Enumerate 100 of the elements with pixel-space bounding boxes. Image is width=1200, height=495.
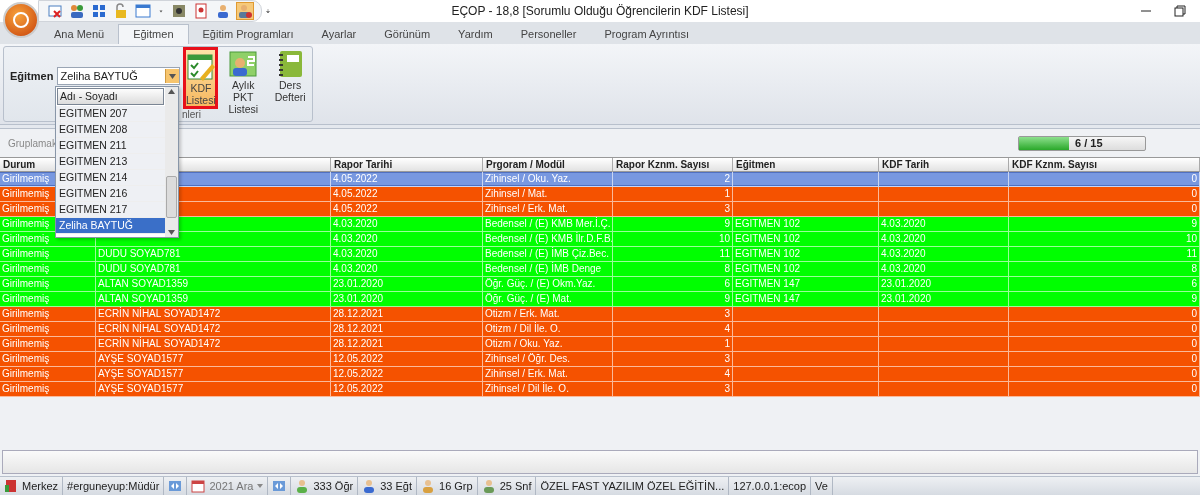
table-cell: Otizm / Erk. Mat. bbox=[483, 307, 613, 322]
table-cell: ALTAN SOYAD1359 bbox=[96, 292, 331, 307]
table-cell: 11 bbox=[613, 247, 733, 262]
table-cell: Zihinsel / Oku. Yaz. bbox=[483, 172, 613, 187]
ribbon-tab[interactable]: Eğitmen bbox=[118, 24, 189, 44]
table-cell: 4 bbox=[613, 322, 733, 337]
table-cell: Zihinsel / Mat. bbox=[483, 187, 613, 202]
table-cell: 28.12.2021 bbox=[331, 307, 483, 322]
column-header[interactable]: Rapor Tarihi bbox=[331, 158, 483, 172]
month-selector[interactable]: 2021 Ara bbox=[209, 480, 254, 492]
table-cell: 11 bbox=[1009, 247, 1200, 262]
scrollbar[interactable] bbox=[165, 87, 178, 237]
table-cell: ECRİN NİHAL SOYAD1472 bbox=[96, 322, 331, 337]
dropdown-item[interactable]: EGITMEN 214 bbox=[56, 170, 165, 186]
person-icon[interactable] bbox=[215, 3, 231, 19]
restore-icon[interactable] bbox=[1174, 5, 1186, 17]
window-icon[interactable] bbox=[135, 3, 151, 19]
status-text: ÖZEL FAST YAZILIM ÖZEL EĞİTİN... bbox=[540, 480, 725, 492]
caret-icon[interactable] bbox=[257, 484, 264, 488]
table-cell: Girilmemiş bbox=[0, 352, 96, 367]
table-cell: 0 bbox=[1009, 202, 1200, 217]
table-cell: 4.03.2020 bbox=[331, 232, 483, 247]
dropdown-item[interactable]: EGITMEN 213 bbox=[56, 154, 165, 170]
table-cell: Bedensel / (E) KMB İlr.D.F.B. bbox=[483, 232, 613, 247]
status-text: 127.0.0.1:ecop bbox=[733, 480, 807, 492]
dropdown-item[interactable]: EGITMEN 208 bbox=[56, 122, 165, 138]
ribbon-tab[interactable]: Personeller bbox=[506, 25, 591, 44]
table-cell: EGITMEN 102 bbox=[733, 217, 879, 232]
table-cell: 10 bbox=[613, 232, 733, 247]
app-logo[interactable] bbox=[3, 2, 39, 38]
table-cell: EGITMEN 147 bbox=[733, 277, 879, 292]
table-cell: EGITMEN 102 bbox=[733, 262, 879, 277]
table-cell: 0 bbox=[1009, 187, 1200, 202]
people-icon[interactable] bbox=[69, 3, 85, 19]
table-cell: 4.05.2022 bbox=[331, 172, 483, 187]
status-text: 333 Öğr bbox=[313, 480, 354, 492]
table-cell: 4.03.2020 bbox=[331, 247, 483, 262]
column-header[interactable]: KDF Kznm. Sayısı bbox=[1009, 158, 1200, 172]
document-icon[interactable] bbox=[193, 3, 209, 19]
table-cell: 12.05.2022 bbox=[331, 352, 483, 367]
dropdown-item[interactable]: EGITMEN 217 bbox=[56, 202, 165, 218]
table-cell: 0 bbox=[1009, 337, 1200, 352]
ribbon-tab[interactable]: Program Ayrıntısı bbox=[590, 25, 704, 44]
scroll-down-icon[interactable] bbox=[168, 230, 175, 235]
ribbon-tab[interactable]: Görünüm bbox=[370, 25, 445, 44]
table-cell: 9 bbox=[613, 292, 733, 307]
table-cell: DUDU SOYAD781 bbox=[96, 262, 331, 277]
calendar-icon bbox=[191, 479, 206, 493]
arrows-icon[interactable] bbox=[272, 479, 287, 493]
ribbon-tab[interactable]: Yardım bbox=[444, 25, 507, 44]
table-cell: Girilmemiş bbox=[0, 277, 96, 292]
table-cell: 28.12.2021 bbox=[331, 322, 483, 337]
table-cell: Bedensel / (E) KMB Mer.İ.Ç. bbox=[483, 217, 613, 232]
scrollbar-thumb[interactable] bbox=[166, 176, 177, 218]
table-cell: Girilmemiş bbox=[0, 247, 96, 262]
window-title: EÇOP - 18,8 [Sorumlu Olduğu Öğrencilerin KDF Listesi] bbox=[451, 4, 749, 18]
caret-icon[interactable] bbox=[169, 73, 177, 79]
table-cell: 6 bbox=[1009, 277, 1200, 292]
table-cell: 0 bbox=[1009, 367, 1200, 382]
column-header[interactable]: Eğitmen bbox=[733, 158, 879, 172]
badge-icon bbox=[4, 479, 18, 493]
table-cell: 0 bbox=[1009, 307, 1200, 322]
table-cell: Zihinsel / Erk. Mat. bbox=[483, 202, 613, 217]
dropdown-item[interactable]: EGITMEN 207 bbox=[56, 106, 165, 122]
person-settings-icon[interactable] bbox=[237, 3, 253, 19]
table-cell: Öğr. Güç. / (E) Okm.Yaz. bbox=[483, 277, 613, 292]
table-cell: 12.05.2022 bbox=[331, 367, 483, 382]
ribbon-button[interactable]: KDF Listesi bbox=[183, 47, 219, 109]
group-label: nleri bbox=[182, 109, 201, 121]
grid-icon[interactable] bbox=[91, 3, 107, 19]
dropdown-item[interactable]: EGITMEN 211 bbox=[56, 138, 165, 154]
ribbon-tab[interactable]: Ana Menü bbox=[40, 25, 119, 44]
ribbon-tab[interactable]: Eğitim Programları bbox=[188, 25, 308, 44]
scroll-up-icon[interactable] bbox=[168, 89, 175, 94]
column-header[interactable]: KDF Tarih bbox=[879, 158, 1009, 172]
table-cell: 4.03.2020 bbox=[879, 217, 1009, 232]
ribbon-button[interactable]: Ders Defteri bbox=[268, 47, 312, 109]
close-window-icon[interactable] bbox=[47, 3, 63, 19]
ribbon-tab[interactable]: Ayarlar bbox=[307, 25, 371, 44]
column-header[interactable]: Prgoram / Modül bbox=[483, 158, 613, 172]
table-cell: Bedensel / (E) İMB Denge bbox=[483, 262, 613, 277]
table-cell: 0 bbox=[1009, 172, 1200, 187]
padlock-icon[interactable] bbox=[113, 3, 129, 19]
table-cell: 10 bbox=[1009, 232, 1200, 247]
table-cell: 23.01.2020 bbox=[879, 277, 1009, 292]
table-cell: 1 bbox=[613, 337, 733, 352]
column-header[interactable]: Rapor Kznm. Sayısı bbox=[613, 158, 733, 172]
table-cell: 23.01.2020 bbox=[331, 292, 483, 307]
dropdown-item[interactable]: EGITMEN 216 bbox=[56, 186, 165, 202]
checklist-pencil-icon bbox=[185, 52, 216, 82]
table-cell: 3 bbox=[613, 307, 733, 322]
arrows-icon[interactable] bbox=[168, 479, 183, 493]
table-cell: 12.05.2022 bbox=[331, 382, 483, 397]
dropdown-item[interactable]: Zeliha BAYTUĞ bbox=[56, 218, 165, 234]
table-cell: 0 bbox=[1009, 382, 1200, 397]
table-cell: Zihinsel / Erk. Mat. bbox=[483, 367, 613, 382]
table-cell: Girilmemiş bbox=[0, 262, 96, 277]
table-cell: 4.05.2022 bbox=[331, 202, 483, 217]
trainer-combobox[interactable]: Zeliha BAYTUĞ bbox=[57, 67, 181, 85]
status-text: Ve bbox=[815, 480, 828, 492]
